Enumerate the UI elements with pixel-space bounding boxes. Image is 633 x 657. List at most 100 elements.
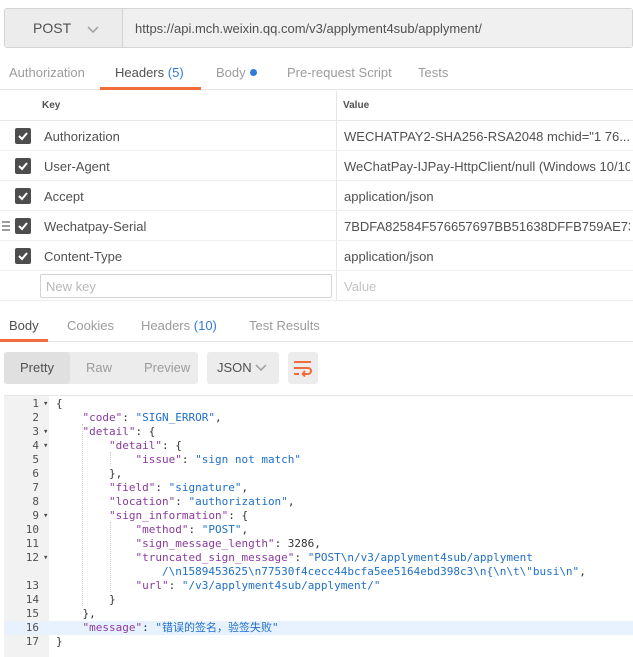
tab-cookies[interactable]: Cookies [67, 312, 114, 340]
header-value[interactable]: WeChatPay-IJPay-HttpClient/null (Windows… [344, 159, 630, 174]
tab-tests-label: Tests [418, 65, 449, 80]
pretty-button[interactable]: Pretty [4, 352, 70, 384]
tab-test-results[interactable]: Test Results [249, 312, 320, 340]
header-value[interactable]: WECHATPAY2-SHA256-RSA2048 mchid="1 76... [344, 129, 630, 144]
raw-button[interactable]: Raw [70, 352, 128, 384]
table-row: Wechatpay-Serial 7BDFA82584F576657697BB5… [0, 211, 633, 241]
header-enabled-checkbox[interactable] [15, 248, 31, 264]
code-line: 15 }, [4, 607, 633, 621]
check-icon [18, 252, 28, 261]
tab-tests[interactable]: Tests [418, 56, 448, 90]
fold-toggle-icon[interactable]: ▾ [43, 439, 48, 453]
table-row: Content-Type application/json [0, 241, 633, 271]
method-dropdown[interactable]: POST [5, 9, 123, 47]
header-key[interactable]: Authorization [44, 129, 120, 144]
request-bar: POST https://api.mch.weixin.qq.com/v3/ap… [4, 8, 633, 48]
new-header-row: Value [0, 271, 633, 301]
line-number: 12 [25, 551, 39, 564]
format-dropdown[interactable]: JSON [207, 352, 279, 384]
code-text: }, [56, 467, 123, 480]
method-label: POST [33, 20, 72, 36]
header-key[interactable]: Wechatpay-Serial [44, 219, 146, 234]
line-number: 10 [25, 523, 39, 536]
line-number: 9 [32, 509, 39, 522]
line-number: 13 [25, 579, 39, 592]
check-icon [18, 132, 28, 141]
code-line: 5 "issue": "sign not match" [4, 453, 633, 467]
fold-toggle-icon[interactable]: ▾ [43, 425, 48, 439]
column-value-header: Value [343, 100, 370, 111]
code-text: "url": "/v3/applyment4sub/applyment/" [135, 579, 381, 592]
header-enabled-checkbox[interactable] [15, 158, 31, 174]
tab-prerequest-script[interactable]: Pre-request Script [287, 56, 392, 90]
code-line: 14 } [4, 593, 633, 607]
code-line: 13 "url": "/v3/applyment4sub/applyment/" [4, 579, 633, 593]
code-line: 16 "message": "错误的签名，验签失败" [4, 621, 633, 635]
tab-response-body[interactable]: Body [9, 312, 39, 340]
code-line: 2 "code": "SIGN_ERROR", [4, 411, 633, 425]
chevron-down-icon [87, 21, 99, 34]
check-icon [18, 222, 28, 231]
header-enabled-checkbox[interactable] [15, 188, 31, 204]
code-line: 8 "location": "authorization", [4, 495, 633, 509]
code-text: "issue": "sign not match" [135, 453, 302, 466]
header-value[interactable]: application/json [344, 189, 630, 204]
preview-button[interactable]: Preview [128, 352, 206, 384]
code-line: 3 ▾ "detail": { [4, 425, 633, 439]
response-body-editor[interactable]: 1 ▾ {2 "code": "SIGN_ERROR", 3 ▾ "detail": {… [4, 395, 633, 657]
code-line: 4 ▾ "detail": { [4, 439, 633, 453]
code-line: 10 "method": "POST", [4, 523, 633, 537]
line-number: 6 [32, 467, 39, 480]
tab-body[interactable]: Body [216, 56, 257, 90]
code-text: "detail": { [108, 439, 182, 452]
line-number: 3 [32, 425, 39, 438]
line-number: 17 [25, 635, 39, 648]
header-key[interactable]: Content-Type [44, 249, 122, 264]
line-number: 1 [32, 397, 39, 410]
header-enabled-checkbox[interactable] [15, 218, 31, 234]
tab-authorization[interactable]: Authorization [9, 56, 85, 90]
header-key[interactable]: User-Agent [44, 159, 110, 174]
table-header: Key Value [0, 91, 633, 121]
tab-response-headers-label: Headers [141, 318, 191, 333]
header-key[interactable]: Accept [44, 189, 84, 204]
line-number: 4 [32, 439, 39, 452]
fold-toggle-icon[interactable]: ▾ [43, 551, 48, 565]
response-headers-count-badge: (10) [193, 318, 217, 333]
code-text: }, [56, 607, 96, 620]
modified-dot-icon [249, 69, 257, 76]
headers-table: Key Value Authorization WECHATPAY2-SHA25… [0, 91, 633, 301]
header-value[interactable]: application/json [344, 249, 630, 264]
line-number: 7 [32, 481, 39, 494]
line-number: 16 [25, 621, 39, 634]
new-key-input[interactable] [40, 274, 332, 298]
code-text: "detail": { [82, 425, 156, 438]
wrap-lines-icon [294, 361, 312, 377]
table-row: User-Agent WeChatPay-IJPay-HttpClient/nu… [0, 151, 633, 181]
code-text: "sign_information": { [108, 509, 249, 522]
table-row: Accept application/json [0, 181, 633, 211]
line-number: 5 [32, 453, 39, 466]
wrap-lines-button[interactable] [288, 352, 318, 384]
line-number: 14 [25, 593, 39, 606]
response-tabs: Body Cookies Headers (10) Test Results [0, 312, 633, 342]
tab-prerequest-label: Pre-request Script [287, 65, 392, 80]
header-value[interactable]: 7BDFA82584F576657697BB51638DFFB759AE73E1 [344, 219, 630, 234]
code-text: { [56, 397, 63, 410]
code-text: "sign_message_length": 3286, [135, 537, 321, 550]
active-response-tab-indicator [0, 339, 48, 342]
fold-toggle-icon[interactable]: ▾ [43, 397, 48, 411]
tab-headers[interactable]: Headers (5) [115, 56, 184, 90]
code-text: "message": "错误的签名，验签失败" [82, 621, 279, 634]
drag-handle-icon[interactable] [2, 221, 10, 231]
header-enabled-checkbox[interactable] [15, 128, 31, 144]
url-input[interactable]: https://api.mch.weixin.qq.com/v3/applyme… [123, 9, 632, 47]
tab-response-headers[interactable]: Headers (10) [141, 312, 217, 340]
check-icon [18, 162, 28, 171]
chevron-down-icon [255, 364, 267, 372]
new-value-input[interactable]: Value [344, 279, 376, 294]
fold-toggle-icon[interactable]: ▾ [43, 509, 48, 523]
code-text: } [56, 593, 116, 606]
code-text: "truncated_sign_message": "POST\n/v3/app… [135, 551, 533, 564]
code-text: "location": "authorization", [108, 495, 295, 508]
